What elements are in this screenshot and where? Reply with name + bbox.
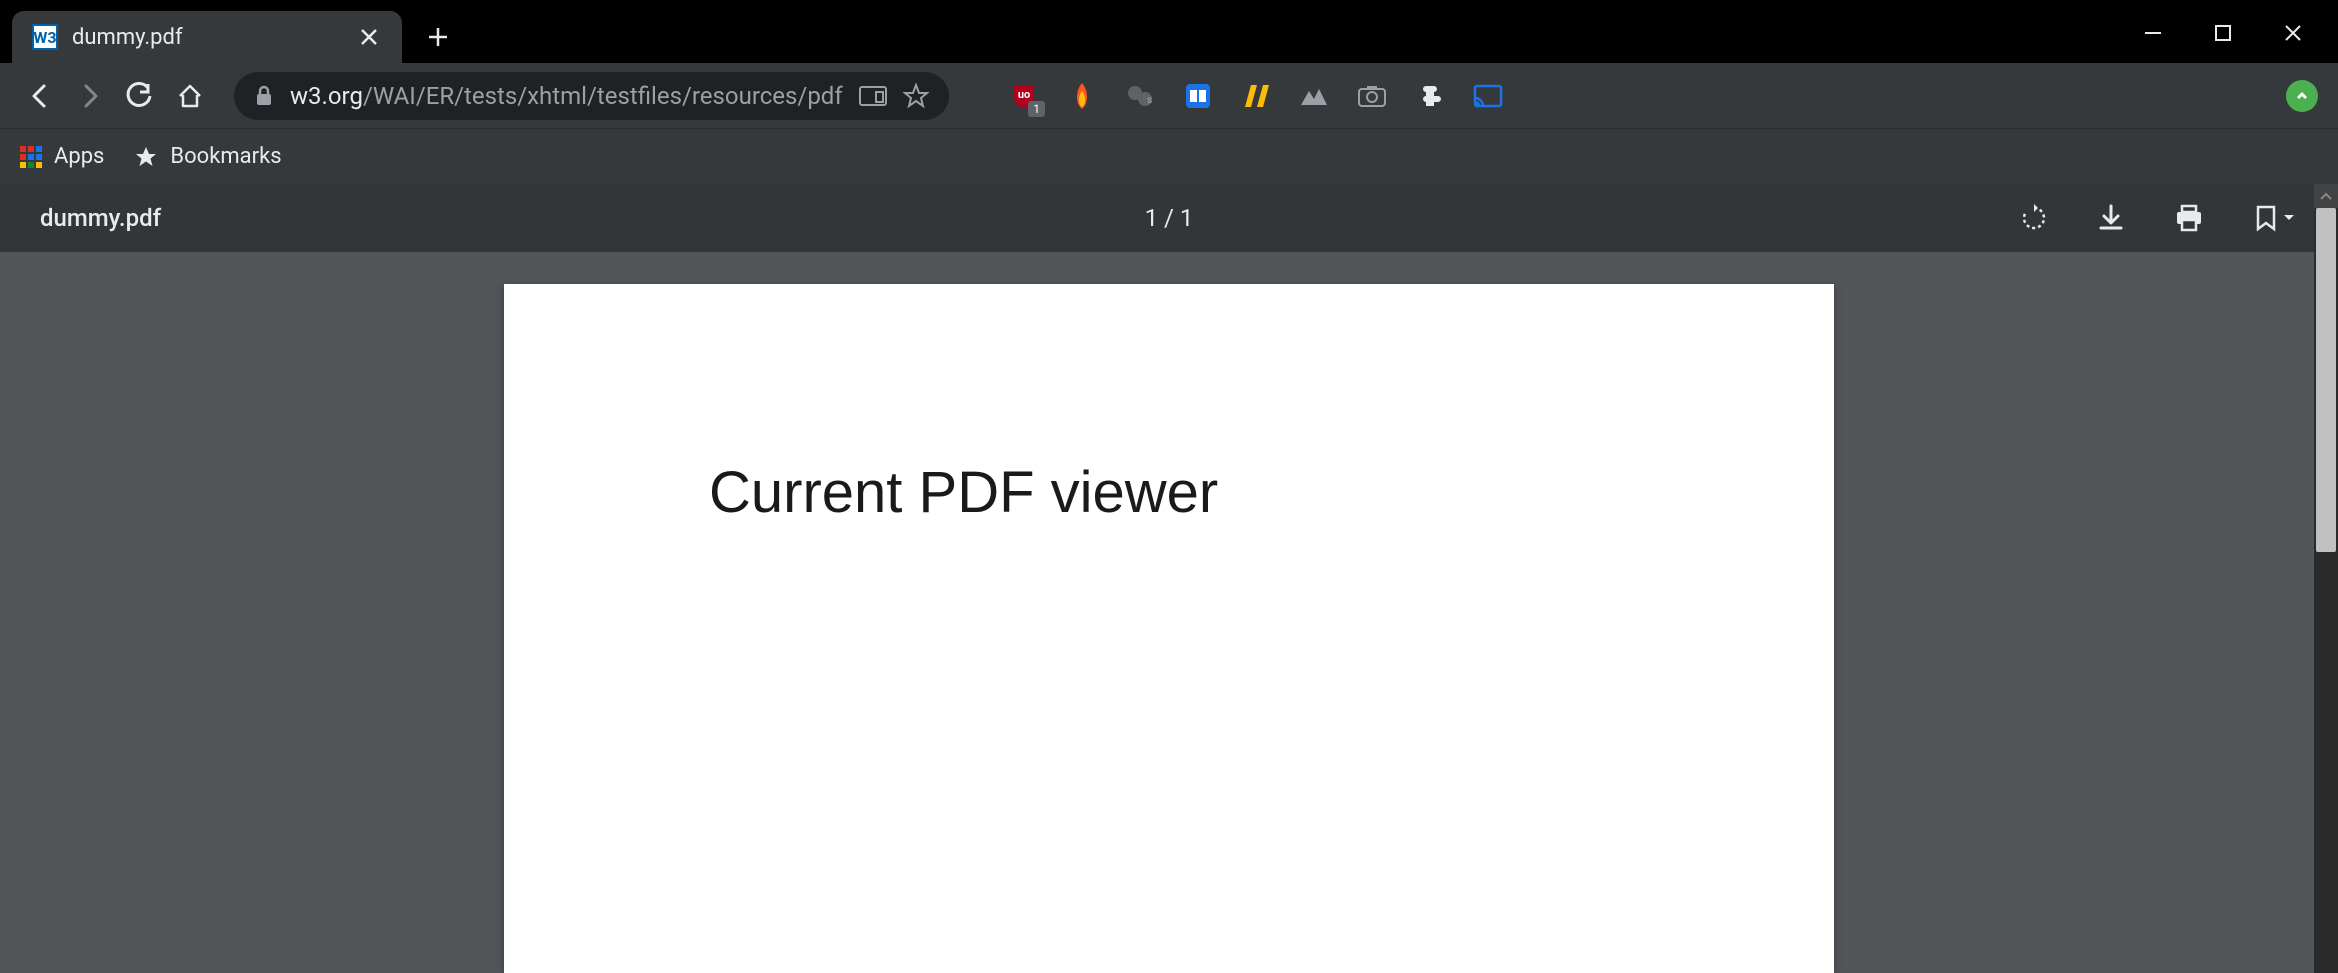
vertical-scrollbar[interactable] — [2314, 184, 2338, 973]
browser-tab[interactable]: W3 dummy.pdf — [12, 11, 402, 63]
pdf-filename: dummy.pdf — [40, 204, 161, 232]
svg-text:uo: uo — [1018, 88, 1030, 101]
scroll-up-button[interactable] — [2314, 184, 2338, 208]
bookmarks-bar: Apps Bookmarks — [0, 128, 2338, 184]
pdf-toolbar: dummy.pdf 1 / 1 — [0, 184, 2338, 252]
apps-grid-icon — [20, 146, 42, 168]
ublock-extension-icon[interactable]: uo 1 — [1009, 81, 1039, 111]
extensions-row: uo 1 s — [1009, 81, 1503, 111]
back-button[interactable] — [20, 76, 60, 116]
apps-shortcut[interactable]: Apps — [20, 144, 104, 169]
profile-avatar[interactable] — [2286, 80, 2318, 112]
browser-titlebar: W3 dummy.pdf — [0, 0, 2338, 63]
gear-extension-icon[interactable]: s — [1125, 81, 1155, 111]
lock-icon[interactable] — [254, 85, 274, 107]
star-icon — [134, 145, 158, 169]
cast-icon[interactable] — [1473, 81, 1503, 111]
browser-navbar: w3.org/WAI/ER/tests/xhtml/testfiles/reso… — [0, 63, 2338, 128]
scroll-thumb[interactable] — [2316, 208, 2336, 552]
flame-extension-icon[interactable] — [1067, 81, 1097, 111]
ublock-badge: 1 — [1028, 101, 1045, 117]
pdf-page-text: Current PDF viewer — [709, 459, 1629, 526]
pdf-actions — [2020, 204, 2298, 232]
svg-text:s: s — [1147, 95, 1152, 106]
minimize-button[interactable] — [2138, 18, 2168, 48]
new-tab-button[interactable] — [426, 25, 450, 49]
stripes-extension-icon[interactable] — [1241, 81, 1271, 111]
w3c-favicon: W3 — [32, 24, 58, 50]
mountain-extension-icon[interactable] — [1299, 81, 1329, 111]
camera-extension-icon[interactable] — [1357, 81, 1387, 111]
window-controls — [2108, 0, 2338, 66]
bookmark-dropdown-button[interactable] — [2254, 204, 2298, 232]
close-tab-button[interactable] — [356, 24, 382, 50]
star-bookmark-icon[interactable] — [903, 83, 929, 109]
maximize-button[interactable] — [2208, 18, 2238, 48]
pdf-page: Current PDF viewer — [504, 284, 1834, 973]
download-button[interactable] — [2098, 204, 2124, 232]
install-pwa-icon[interactable] — [859, 86, 887, 106]
bookmarks-label: Bookmarks — [170, 144, 281, 169]
forward-button[interactable] — [70, 76, 110, 116]
scroll-track[interactable] — [2314, 208, 2338, 973]
extensions-puzzle-icon[interactable] — [1415, 81, 1445, 111]
tab-title: dummy.pdf — [72, 25, 342, 50]
url-text: w3.org/WAI/ER/tests/xhtml/testfiles/reso… — [290, 82, 843, 110]
apps-label: Apps — [54, 144, 104, 169]
bookmarks-folder[interactable]: Bookmarks — [134, 144, 281, 169]
address-bar[interactable]: w3.org/WAI/ER/tests/xhtml/testfiles/reso… — [234, 72, 949, 120]
home-button[interactable] — [170, 76, 210, 116]
reload-button[interactable] — [120, 76, 160, 116]
book-extension-icon[interactable] — [1183, 81, 1213, 111]
rotate-button[interactable] — [2020, 204, 2048, 232]
close-window-button[interactable] — [2278, 18, 2308, 48]
pdf-page-indicator[interactable]: 1 / 1 — [1145, 204, 1194, 232]
pdf-viewport[interactable]: Current PDF viewer — [0, 252, 2338, 973]
print-button[interactable] — [2174, 204, 2204, 232]
